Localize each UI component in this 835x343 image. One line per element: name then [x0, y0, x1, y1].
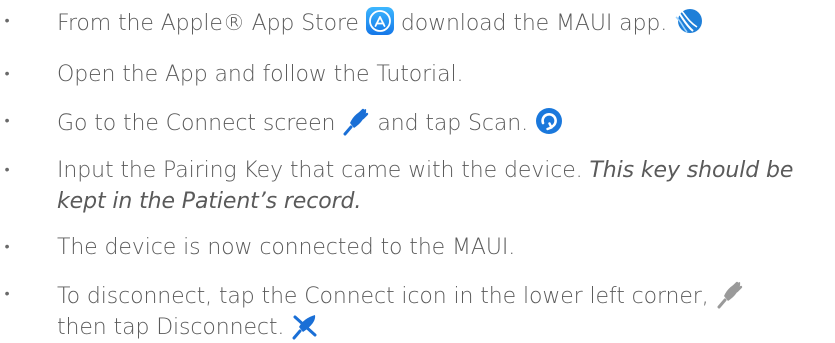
bullet: • [4, 162, 10, 178]
step-text: From the Apple® App Store download the M… [57, 6, 832, 39]
bullet: • [4, 13, 10, 29]
maui-app-icon [673, 6, 703, 36]
step-text: To disconnect, tap the Connect icon in t… [57, 279, 832, 343]
bullet: • [4, 66, 10, 82]
bullet: • [4, 239, 10, 255]
disconnect-icon [290, 312, 320, 340]
step-text: Input the Pairing Key that came with the… [57, 158, 794, 214]
connect-plug-icon [341, 106, 371, 136]
step-text: Open the App and follow the Tutorial. [57, 62, 464, 87]
connect-plug-gray-icon [715, 279, 745, 309]
bullet: • [4, 286, 10, 302]
step-text: The device is now connected to the MAUI. [57, 235, 516, 260]
scan-refresh-icon [534, 106, 564, 136]
app-store-icon [365, 6, 395, 36]
bullet: • [4, 113, 10, 129]
step-text: Go to the Connect screen and tap Scan. [57, 106, 832, 139]
